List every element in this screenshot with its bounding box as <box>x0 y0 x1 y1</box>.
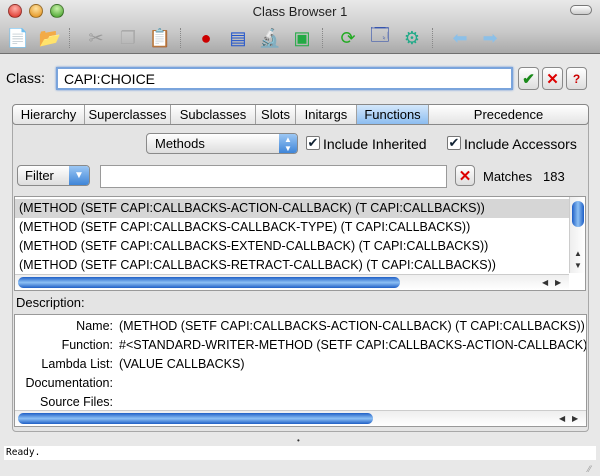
new-file-icon[interactable]: 📄 <box>6 26 30 50</box>
class-graph-icon[interactable]: ▣ <box>290 26 314 50</box>
include-inherited-label: Include Inherited <box>323 136 427 152</box>
scroll-left-arrow-icon[interactable]: ◀ <box>542 278 548 287</box>
description-label: Description: <box>16 295 85 310</box>
toolbar-toggle-button[interactable] <box>570 5 592 15</box>
clear-filter-button[interactable]: ✕ <box>455 165 475 186</box>
tab-precedence[interactable]: Precedence <box>429 105 588 124</box>
function-list: (METHOD (SETF CAPI:CALLBACKS-ACTION-CALL… <box>14 196 586 291</box>
accept-button[interactable]: ✔ <box>518 67 539 90</box>
field-key: Name: <box>76 319 113 333</box>
field-value: (VALUE CALLBACKS) <box>119 357 245 371</box>
field-key: Documentation: <box>25 376 113 390</box>
toolbar-separator <box>69 28 70 48</box>
toolbar-separator <box>322 28 323 48</box>
tab-subclasses[interactable]: Subclasses <box>171 105 256 124</box>
window-title: Class Browser 1 <box>252 4 348 19</box>
tab-slots[interactable]: Slots <box>256 105 296 124</box>
scroll-right-arrow-icon[interactable]: ▶ <box>555 278 561 287</box>
help-button[interactable]: ? <box>566 67 587 90</box>
filter-input[interactable] <box>100 165 447 188</box>
scroll-thumb[interactable] <box>18 413 373 424</box>
field-key: Lambda List: <box>41 357 113 371</box>
tools-icon[interactable]: ⚙ <box>400 26 424 50</box>
scroll-thumb[interactable] <box>572 201 584 227</box>
horizontal-scrollbar[interactable]: ◀ ▶ <box>15 274 569 290</box>
toolbar-separator <box>180 28 181 48</box>
scroll-left-arrow-icon[interactable]: ◀ <box>559 414 565 423</box>
paste-icon[interactable]: 📋 <box>148 26 172 50</box>
list-item[interactable]: (METHOD (SETF CAPI:CALLBACKS-ACTION-CALL… <box>15 199 570 218</box>
inspect-icon[interactable]: ● <box>194 26 218 50</box>
matches-count: 183 <box>543 169 565 184</box>
microscope-icon[interactable]: 🔬 <box>258 26 282 50</box>
include-accessors-label: Include Accessors <box>464 136 577 152</box>
refresh-icon[interactable]: ⟳ <box>336 26 360 50</box>
tab-hierarchy[interactable]: Hierarchy <box>13 105 85 124</box>
forward-arrow-icon[interactable]: ➡ <box>478 26 502 50</box>
kind-select[interactable]: Methods ▲ ▼ <box>146 133 298 154</box>
filter-menu-button[interactable]: Filter ▼ <box>17 165 90 186</box>
title-bar: Class Browser 1 📄 📂 ✂ ❐ 📋 ● ▤ 🔬 ▣ ⟳ 🗔 ⚙ … <box>0 0 600 54</box>
vertical-scrollbar[interactable]: ▲ ▼ <box>569 197 585 273</box>
back-arrow-icon[interactable]: ⬅ <box>448 26 472 50</box>
status-bar: Ready. <box>4 446 596 460</box>
open-folder-icon[interactable]: 📂 <box>38 26 62 50</box>
tab-initargs[interactable]: Initargs <box>296 105 357 124</box>
scroll-up-arrow-icon[interactable]: ▲ <box>574 249 582 258</box>
toolbar-separator <box>432 28 433 48</box>
triangle-down-icon: ▼ <box>69 166 89 185</box>
field-value: (METHOD (SETF CAPI:CALLBACKS-ACTION-CALL… <box>119 319 585 333</box>
include-accessors-checkbox[interactable]: ✔ <box>447 136 461 150</box>
matches-label: Matches <box>483 169 533 184</box>
scroll-thumb[interactable] <box>18 277 400 288</box>
filter-label: Filter <box>25 168 54 183</box>
resize-grip-icon[interactable]: ⁄⁄ <box>588 464 591 474</box>
tab-bar: Hierarchy Superclasses Subclasses Slots … <box>12 104 589 125</box>
splitter-handle[interactable]: • <box>297 436 300 445</box>
class-label: Class: <box>6 70 45 86</box>
field-value: #<STANDARD-WRITER-METHOD (SETF CAPI:CALL… <box>119 338 587 352</box>
cancel-button[interactable]: ✕ <box>542 67 563 90</box>
include-inherited-checkbox[interactable]: ✔ <box>306 136 320 150</box>
copy-icon[interactable]: ❐ <box>116 26 140 50</box>
kind-select-value: Methods <box>155 136 205 151</box>
scroll-right-arrow-icon[interactable]: ▶ <box>572 414 578 423</box>
horizontal-scrollbar[interactable]: ◀ ▶ <box>15 410 586 426</box>
tab-superclasses[interactable]: Superclasses <box>85 105 171 124</box>
description-panel: Name: (METHOD (SETF CAPI:CALLBACKS-ACTION… <box>14 314 587 427</box>
windows-icon[interactable]: 🗔 <box>368 25 392 50</box>
tab-functions[interactable]: Functions <box>357 105 429 124</box>
updown-chevron-icon: ▲ ▼ <box>279 134 297 153</box>
scroll-down-arrow-icon[interactable]: ▼ <box>574 261 582 270</box>
list-item[interactable]: (METHOD (SETF CAPI:CALLBACKS-RETRACT-CAL… <box>15 256 570 275</box>
cut-icon[interactable]: ✂ <box>84 26 108 50</box>
field-key: Function: <box>61 338 113 352</box>
listener-icon[interactable]: ▤ <box>226 26 250 50</box>
list-item[interactable]: (METHOD (SETF CAPI:CALLBACKS-CALLBACK-TY… <box>15 218 570 237</box>
class-input[interactable]: CAPI:CHOICE <box>56 67 513 90</box>
list-item[interactable]: (METHOD (SETF CAPI:CALLBACKS-EXTEND-CALL… <box>15 237 570 256</box>
